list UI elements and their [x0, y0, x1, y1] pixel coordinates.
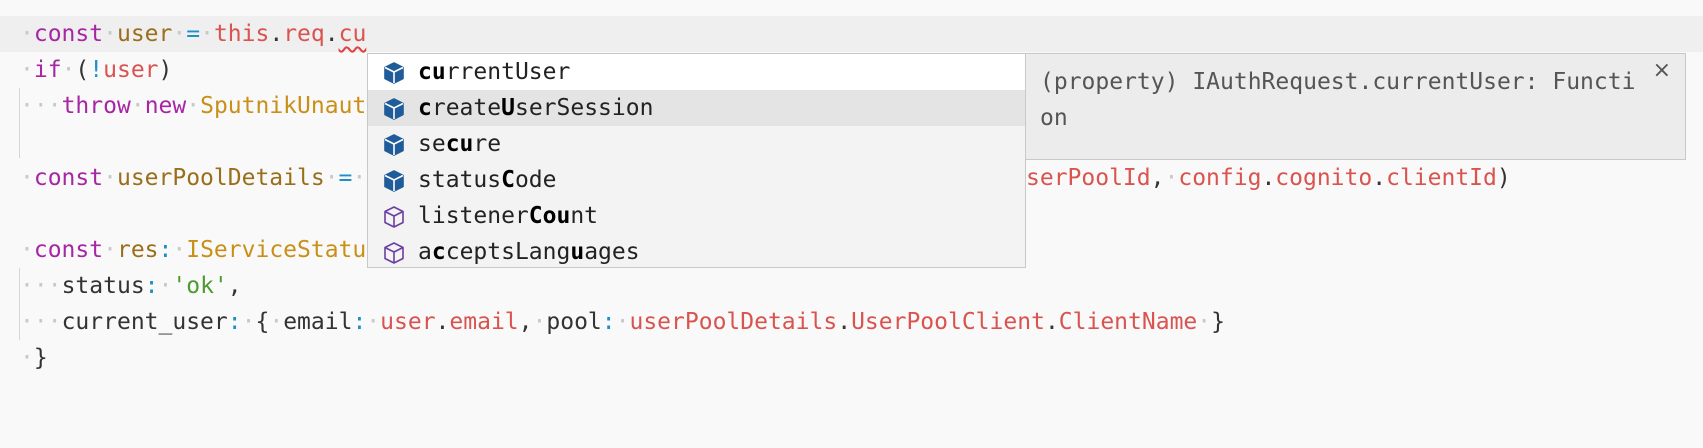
brace: {	[255, 309, 270, 335]
brace: }	[1211, 309, 1225, 335]
suggestion-item[interactable]: acceptsLanguages	[368, 234, 1025, 267]
keyword: const	[33, 21, 104, 47]
variable: user	[103, 57, 159, 83]
keyword: const	[33, 237, 104, 263]
paren: )	[1496, 165, 1511, 191]
property-cube-icon	[382, 240, 406, 264]
keyword: const	[33, 165, 104, 191]
suggestion-item[interactable]: secure	[368, 126, 1025, 162]
operator: !	[89, 57, 104, 83]
variable: res	[116, 237, 159, 263]
object-key: pool	[546, 309, 602, 335]
comma: ,	[227, 273, 242, 299]
code-line-10: ·}	[20, 345, 48, 371]
paren: )	[158, 57, 173, 83]
indent-guide	[19, 268, 20, 340]
colon: :	[144, 273, 159, 299]
suggestion-details-pane: (property) IAuthRequest.currentUser: Fun…	[1026, 53, 1686, 160]
paren: (	[75, 57, 90, 83]
variable: userPoolDetails	[116, 165, 325, 191]
variable: user	[116, 21, 173, 47]
property-cube-icon	[382, 204, 406, 228]
variable: user	[380, 309, 436, 335]
property: serPoolId	[1026, 165, 1151, 191]
property: clientId	[1386, 165, 1497, 191]
this-keyword: this	[213, 21, 270, 47]
comma: ,	[518, 309, 533, 335]
code-line-1: ·const·user·=·this.req.cu	[0, 16, 1703, 52]
type-name: IServiceStatu	[186, 237, 367, 263]
colon: :	[158, 237, 173, 263]
keyword: new	[144, 93, 187, 119]
object-key: status	[61, 273, 145, 299]
suggestion-item[interactable]: currentUser	[368, 54, 1025, 90]
operator: =	[338, 165, 353, 191]
method-cube-icon	[382, 60, 406, 84]
keyword: throw	[61, 93, 131, 119]
method-cube-icon	[382, 168, 406, 192]
method-cube-icon	[382, 132, 406, 156]
colon: :	[227, 309, 242, 335]
indent-guide	[19, 88, 20, 158]
property: req	[283, 21, 325, 47]
keyword: if	[33, 57, 62, 83]
method-cube-icon	[382, 96, 406, 120]
autocomplete-suggest-widget[interactable]: currentUser createUserSession secure sta…	[367, 53, 1026, 268]
suggestion-item[interactable]: statusCode	[368, 162, 1025, 198]
close-icon[interactable]: ×	[1653, 58, 1671, 83]
class-name: SputnikUnaut	[200, 93, 367, 119]
operator: =	[186, 21, 201, 47]
suggestion-item[interactable]: createUserSession	[368, 90, 1025, 126]
property: ClientName	[1058, 309, 1198, 335]
code-line-9: ···current_user:·{·email:·user.email,·po…	[20, 309, 1225, 335]
details-signature: (property) IAuthRequest.currentUser: Fun…	[1040, 69, 1636, 131]
property: email	[449, 309, 519, 335]
brace: }	[33, 345, 48, 371]
partial-typed-text: cu	[338, 21, 367, 47]
variable: userPoolDetails	[629, 309, 838, 335]
comma: ,	[1150, 165, 1165, 191]
code-line-8: ···status:·'ok',	[20, 273, 242, 299]
object-key: email	[283, 309, 353, 335]
variable: config	[1178, 165, 1262, 191]
object-key: current_user	[61, 309, 228, 335]
property: UserPoolClient	[851, 309, 1045, 335]
suggestion-item[interactable]: listenerCount	[368, 198, 1025, 234]
string-literal: 'ok'	[172, 273, 228, 299]
property: cognito	[1275, 165, 1373, 191]
